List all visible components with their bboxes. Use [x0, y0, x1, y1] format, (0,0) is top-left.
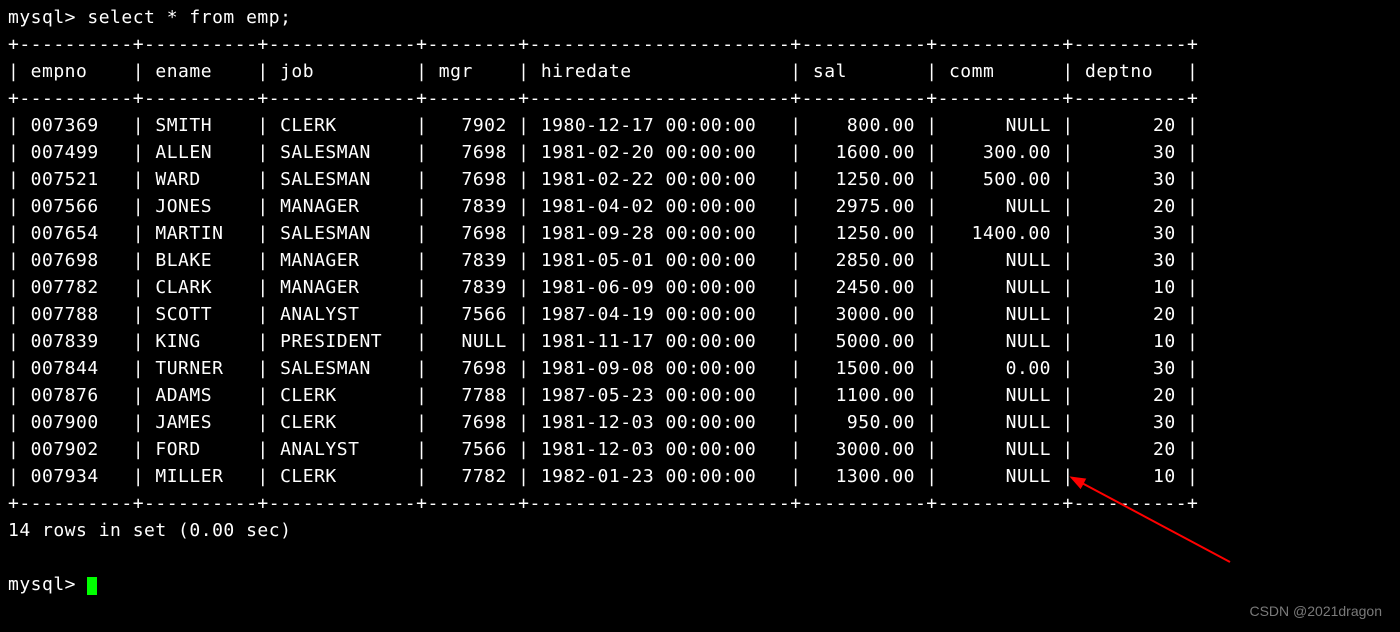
terminal-output: mysql> select * from emp; +----------+--…	[0, 0, 1400, 602]
watermark: CSDN @2021dragon	[1249, 601, 1382, 622]
terminal-cursor[interactable]	[87, 577, 97, 595]
